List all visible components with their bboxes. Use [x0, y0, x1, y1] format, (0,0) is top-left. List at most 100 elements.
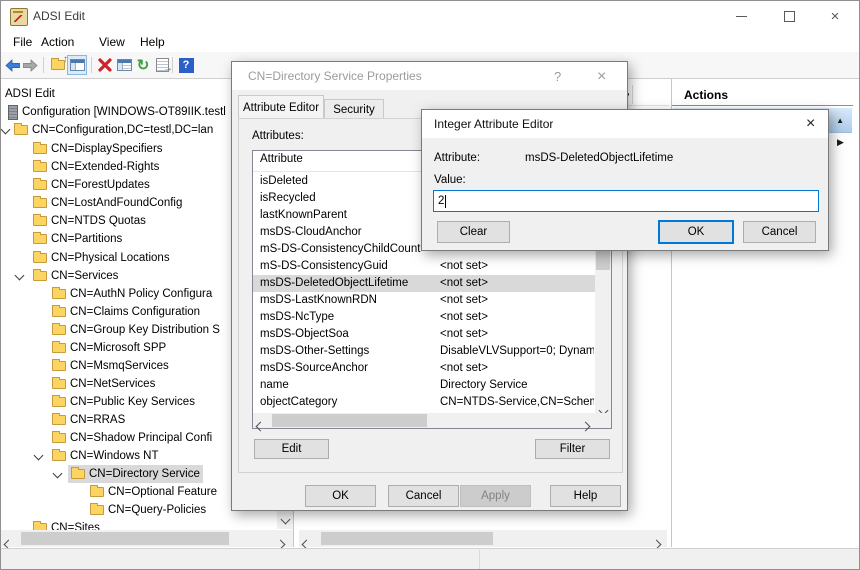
show-console-tree-icon[interactable] — [67, 55, 87, 75]
folder-icon — [52, 451, 66, 461]
minimize-button[interactable] — [717, 1, 765, 31]
refresh-icon[interactable]: ↻ — [133, 55, 153, 75]
attribute-row[interactable]: nameDirectory Service — [253, 377, 595, 394]
scroll-thumb[interactable] — [321, 532, 493, 545]
tab-security[interactable]: Security — [324, 99, 384, 119]
folder-icon — [33, 253, 47, 263]
menu-view[interactable]: View — [95, 34, 129, 50]
attribute-list-horizontal-scrollbar[interactable] — [253, 413, 611, 428]
status-bar — [1, 548, 859, 570]
folder-icon — [52, 289, 66, 299]
back-icon[interactable] — [2, 55, 22, 75]
clear-button[interactable]: Clear — [437, 221, 510, 243]
ok-button[interactable]: OK — [305, 485, 376, 507]
attribute-row-selected[interactable]: msDS-DeletedObjectLifetime<not set> — [253, 275, 595, 292]
attribute-row[interactable]: msDS-SourceAnchor<not set> — [253, 360, 595, 377]
properties-glyph — [117, 59, 132, 71]
chevron-down-icon[interactable] — [1, 125, 10, 135]
folder-icon — [33, 144, 47, 154]
minimize-icon — [736, 16, 747, 17]
attribute-column-header[interactable]: Attribute — [260, 153, 436, 165]
scroll-thumb[interactable] — [272, 414, 427, 427]
export-list-icon[interactable]: → — [152, 55, 172, 75]
folder-icon — [14, 125, 28, 135]
toolbar-separator — [43, 57, 44, 73]
main-window: ADSI Edit × File Action View Help ↑ — [0, 0, 860, 570]
folder-icon — [33, 234, 47, 244]
close-button[interactable]: × — [811, 1, 859, 31]
folder-icon — [52, 379, 66, 389]
close-icon: × — [831, 9, 840, 24]
apply-button[interactable]: Apply — [460, 485, 531, 507]
chevron-down-icon[interactable] — [34, 451, 44, 461]
attribute-row[interactable]: msDS-ObjectSoa<not set> — [253, 326, 595, 343]
folder-icon — [52, 415, 66, 425]
console-window-glyph — [70, 59, 85, 71]
folder-icon — [52, 343, 66, 353]
window-title: ADSI Edit — [33, 9, 85, 23]
folder-icon — [52, 397, 66, 407]
filter-button[interactable]: Filter — [535, 439, 610, 459]
scroll-right-arrow[interactable] — [582, 417, 589, 435]
maximize-button[interactable] — [765, 1, 813, 31]
cancel-button[interactable]: Cancel — [388, 485, 459, 507]
attributes-label: Attributes: — [252, 130, 304, 142]
text-caret — [445, 195, 446, 208]
folder-icon — [52, 325, 66, 335]
attribute-row[interactable]: mS-DS-ConsistencyGuid<not set> — [253, 258, 595, 275]
folder-icon — [33, 162, 47, 172]
collapse-up-icon[interactable]: ▲ — [836, 116, 844, 125]
dialog-help-icon[interactable]: ? — [554, 69, 561, 84]
folder-icon — [90, 487, 104, 497]
list-horizontal-scrollbar[interactable] — [299, 530, 667, 547]
tree-scroll-down-arrow[interactable] — [277, 513, 293, 529]
attribute-row[interactable]: msDS-LastKnownRDN<not set> — [253, 292, 595, 309]
help-button[interactable]: Help — [550, 485, 621, 507]
delete-icon[interactable] — [95, 55, 115, 75]
tree-horizontal-scrollbar[interactable] — [1, 530, 293, 547]
column-divider[interactable] — [632, 85, 633, 104]
refresh-glyph: ↻ — [137, 58, 150, 73]
status-bar-divider — [479, 550, 480, 570]
value-input[interactable]: 2 — [433, 190, 819, 212]
properties-icon[interactable] — [114, 55, 134, 75]
help-icon[interactable]: ? — [176, 55, 196, 75]
up-one-level-icon[interactable]: ↑ — [48, 55, 68, 75]
integer-dialog-title: Integer Attribute Editor — [434, 117, 553, 131]
attribute-label: Attribute: — [434, 152, 480, 164]
attribute-row[interactable]: msDS-NcType<not set> — [253, 309, 595, 326]
maximize-icon — [784, 11, 795, 22]
title-bar: ADSI Edit × — [1, 1, 859, 31]
integer-dialog-titlebar: Integer Attribute Editor × — [422, 110, 828, 138]
chevron-down-icon[interactable] — [53, 469, 63, 479]
ok-button[interactable]: OK — [658, 220, 734, 244]
cancel-button[interactable]: Cancel — [743, 221, 816, 243]
dialog-close-icon[interactable]: × — [806, 115, 815, 133]
actions-pane-title: Actions — [672, 85, 853, 106]
scroll-thumb[interactable] — [21, 532, 229, 545]
folder-icon — [33, 198, 47, 208]
edit-button[interactable]: Edit — [254, 439, 329, 459]
folder-icon — [90, 505, 104, 515]
toolbar-separator — [91, 57, 92, 73]
forward-icon[interactable] — [20, 55, 40, 75]
dialog-close-icon[interactable]: × — [597, 68, 606, 86]
integer-attribute-editor-dialog: Integer Attribute Editor × Attribute: ms… — [421, 109, 829, 251]
tab-attribute-editor[interactable]: Attribute Editor — [238, 95, 324, 119]
menu-file[interactable]: File — [9, 34, 36, 50]
attribute-row[interactable]: msDS-Other-SettingsDisableVLVSupport=0; … — [253, 343, 595, 360]
chevron-down-icon[interactable] — [15, 271, 25, 281]
value-text: 2 — [438, 195, 444, 207]
folder-icon — [33, 271, 47, 281]
folder-icon — [33, 216, 47, 226]
menu-help[interactable]: Help — [136, 34, 169, 50]
toolbar-separator — [172, 57, 173, 73]
more-actions-arrow-icon[interactable]: ▶ — [837, 137, 844, 148]
menu-bar: File Action View Help — [1, 31, 859, 52]
folder-icon — [71, 469, 85, 479]
menu-action[interactable]: Action — [37, 34, 78, 50]
adsi-edit-app-icon — [10, 8, 28, 26]
scroll-left-arrow[interactable] — [257, 417, 264, 435]
attribute-row[interactable]: objectCategoryCN=NTDS-Service,CN=Schema — [253, 394, 595, 411]
folder-icon — [52, 307, 66, 317]
